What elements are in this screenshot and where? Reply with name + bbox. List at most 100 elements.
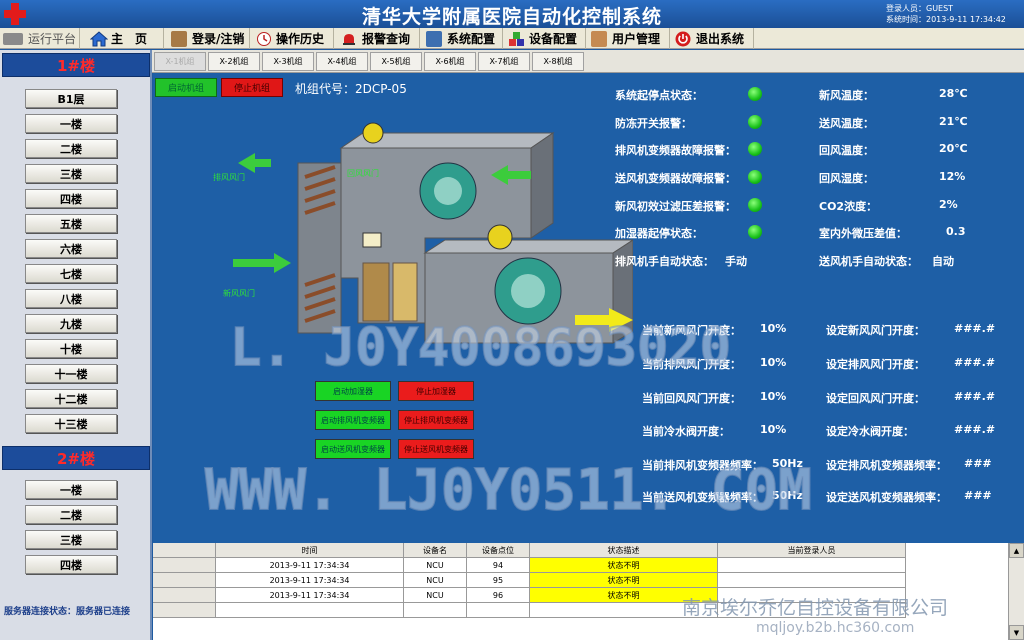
exhaust-manual-auto-label: 排风机手自动状态： xyxy=(615,255,714,268)
exhaust-damper-label: 排风风门 xyxy=(213,172,245,182)
menu-device-config[interactable]: 设备配置 xyxy=(505,28,586,49)
humidifier-icon xyxy=(362,232,382,248)
menu-label: 系统配置 xyxy=(447,32,496,46)
watermark-company: 南京埃尔乔亿自控设备有限公司 xyxy=(682,597,949,619)
cur-exhaust-value: 10% xyxy=(760,356,787,369)
tab-unit-6[interactable]: X-6机组 xyxy=(424,52,476,71)
status-humidifier: 加湿器起停状态： xyxy=(615,227,703,240)
watermark-phone: L. J0Y4008693020 xyxy=(229,317,732,379)
building-2-floor-button[interactable]: 三楼 xyxy=(25,530,117,549)
exhaust-manual-auto-value: 手动 xyxy=(725,255,747,268)
building-1-floor-button[interactable]: 四楼 xyxy=(25,189,117,208)
tab-unit-5[interactable]: X-5机组 xyxy=(370,52,422,71)
building-1-floor-button[interactable]: B1层 xyxy=(25,89,117,108)
building-1-floor-button[interactable]: 三楼 xyxy=(25,164,117,183)
building-1-floor-button[interactable]: 十三楼 xyxy=(25,414,117,433)
column-header[interactable]: 状态描述 xyxy=(530,543,718,558)
table-corner xyxy=(153,543,216,558)
start-humidifier-button[interactable]: 启动加湿器 xyxy=(315,381,391,401)
users-icon xyxy=(591,30,607,47)
menu-home[interactable]: 主 页 xyxy=(87,28,164,49)
building-1-floor-button[interactable]: 十一楼 xyxy=(25,364,117,383)
status-system-start-stop: 系统起停点状态： xyxy=(615,89,703,102)
status-led xyxy=(748,87,762,101)
column-header[interactable]: 设备点位 xyxy=(467,543,530,558)
set-exhaust-freq-value[interactable]: ### xyxy=(964,457,992,470)
set-fresh-value[interactable]: ###.# xyxy=(954,322,995,335)
heating-coil xyxy=(392,262,418,322)
menu-alarm-query[interactable]: 报警查询 xyxy=(338,28,420,49)
table-cell: 95 xyxy=(467,573,530,588)
set-exhaust-value[interactable]: ###.# xyxy=(954,356,995,369)
building-1-floor-button[interactable]: 九楼 xyxy=(25,314,117,333)
building-2-floor-button[interactable]: 一楼 xyxy=(25,480,117,499)
building-1-floor-button[interactable]: 八楼 xyxy=(25,289,117,308)
building-1-floor-button[interactable]: 十二楼 xyxy=(25,389,117,408)
watermark-site: mqljoy.b2b.hc360.com xyxy=(756,620,915,636)
start-exhaust-vfd-button[interactable]: 启动排风机变频器 xyxy=(315,410,391,430)
fresh-air-arrow xyxy=(233,253,291,273)
building-1-floor-button[interactable]: 五楼 xyxy=(25,214,117,233)
cur-chw-value: 10% xyxy=(760,423,787,436)
scroll-down-icon[interactable]: ▼ xyxy=(1009,625,1024,640)
table-cell: 2013-9-11 17:34:34 xyxy=(216,558,404,573)
set-supply-freq-label: 设定送风机变频器频率： xyxy=(826,491,947,504)
fresh-temp-label: 新风温度： xyxy=(819,89,874,102)
building-1-floor-button[interactable]: 二楼 xyxy=(25,139,117,158)
platform-icon xyxy=(3,32,23,45)
scroll-up-icon[interactable]: ▲ xyxy=(1009,543,1024,558)
start-unit-button[interactable]: 启动机组 xyxy=(155,78,217,97)
stop-humidifier-button[interactable]: 停止加湿器 xyxy=(398,381,474,401)
set-supply-freq-value[interactable]: ### xyxy=(964,489,992,502)
tab-unit-1[interactable]: X-1机组 xyxy=(154,52,206,71)
server-status: 服务器连接状态：服务器已连接 xyxy=(4,607,131,617)
tab-unit-2[interactable]: X-2机组 xyxy=(208,52,260,71)
start-supply-vfd-button[interactable]: 启动送风机变频器 xyxy=(315,439,391,459)
building-1-floor-button[interactable]: 六楼 xyxy=(25,239,117,258)
cur-fresh-value: 10% xyxy=(760,322,787,335)
status-led xyxy=(748,225,762,239)
menu-bar: 运行平台 主 页 登录/注销 操作历史 报警查询 系统配置 设备配置 用户管理 xyxy=(0,28,1024,49)
building-1-floor-button[interactable]: 七楼 xyxy=(25,264,117,283)
supply-temp-label: 送风温度： xyxy=(819,117,874,130)
set-return-value[interactable]: ###.# xyxy=(954,390,995,403)
power-icon xyxy=(675,31,691,47)
tab-unit-3[interactable]: X-3机组 xyxy=(262,52,314,71)
tab-unit-7[interactable]: X-7机组 xyxy=(478,52,530,71)
return-temp-value: 20℃ xyxy=(939,142,968,155)
column-header[interactable]: 时间 xyxy=(216,543,404,558)
row-header xyxy=(153,558,216,573)
building-2-header[interactable]: 2#楼 xyxy=(2,446,150,470)
building-1-header[interactable]: 1#楼 xyxy=(2,53,150,77)
menu-user-management[interactable]: 用户管理 xyxy=(588,28,670,49)
set-chw-value[interactable]: ###.# xyxy=(954,423,995,436)
menu-login-logout[interactable]: 登录/注销 xyxy=(168,28,250,49)
co2-value: 2% xyxy=(939,198,958,211)
row-header xyxy=(153,603,216,618)
table-cell: NCU xyxy=(404,558,467,573)
tab-unit-8[interactable]: X-8机组 xyxy=(532,52,584,71)
status-led xyxy=(748,115,762,129)
supply-temp-value: 21℃ xyxy=(939,115,968,128)
column-header[interactable]: 当前登录人员 xyxy=(718,543,906,558)
co2-label: CO2浓度： xyxy=(819,200,878,213)
row-header xyxy=(153,588,216,603)
menu-history[interactable]: 操作历史 xyxy=(252,28,334,49)
alarm-bell-icon xyxy=(341,31,357,47)
building-1-floor-button[interactable]: 十楼 xyxy=(25,339,117,358)
building-2-floor-button[interactable]: 四楼 xyxy=(25,555,117,574)
menu-system-config[interactable]: 系统配置 xyxy=(423,28,503,49)
menu-run-platform[interactable]: 运行平台 xyxy=(0,28,80,49)
vertical-scrollbar[interactable]: ▲ ▼ xyxy=(1008,543,1024,640)
stop-supply-vfd-button[interactable]: 停止送风机变频器 xyxy=(398,439,474,459)
stop-unit-button[interactable]: 停止机组 xyxy=(221,78,283,97)
column-header[interactable]: 设备名 xyxy=(404,543,467,558)
building-1-floor-button[interactable]: 一楼 xyxy=(25,114,117,133)
stop-exhaust-vfd-button[interactable]: 停止排风机变频器 xyxy=(398,410,474,430)
table-cell xyxy=(718,558,906,573)
tab-unit-4[interactable]: X-4机组 xyxy=(316,52,368,71)
building-2-floor-button[interactable]: 二楼 xyxy=(25,505,117,524)
login-user: 登录人员：GUEST xyxy=(886,4,954,13)
menu-exit[interactable]: 退出系统 xyxy=(672,28,754,49)
return-damper-label: 回风风门 xyxy=(347,168,379,178)
